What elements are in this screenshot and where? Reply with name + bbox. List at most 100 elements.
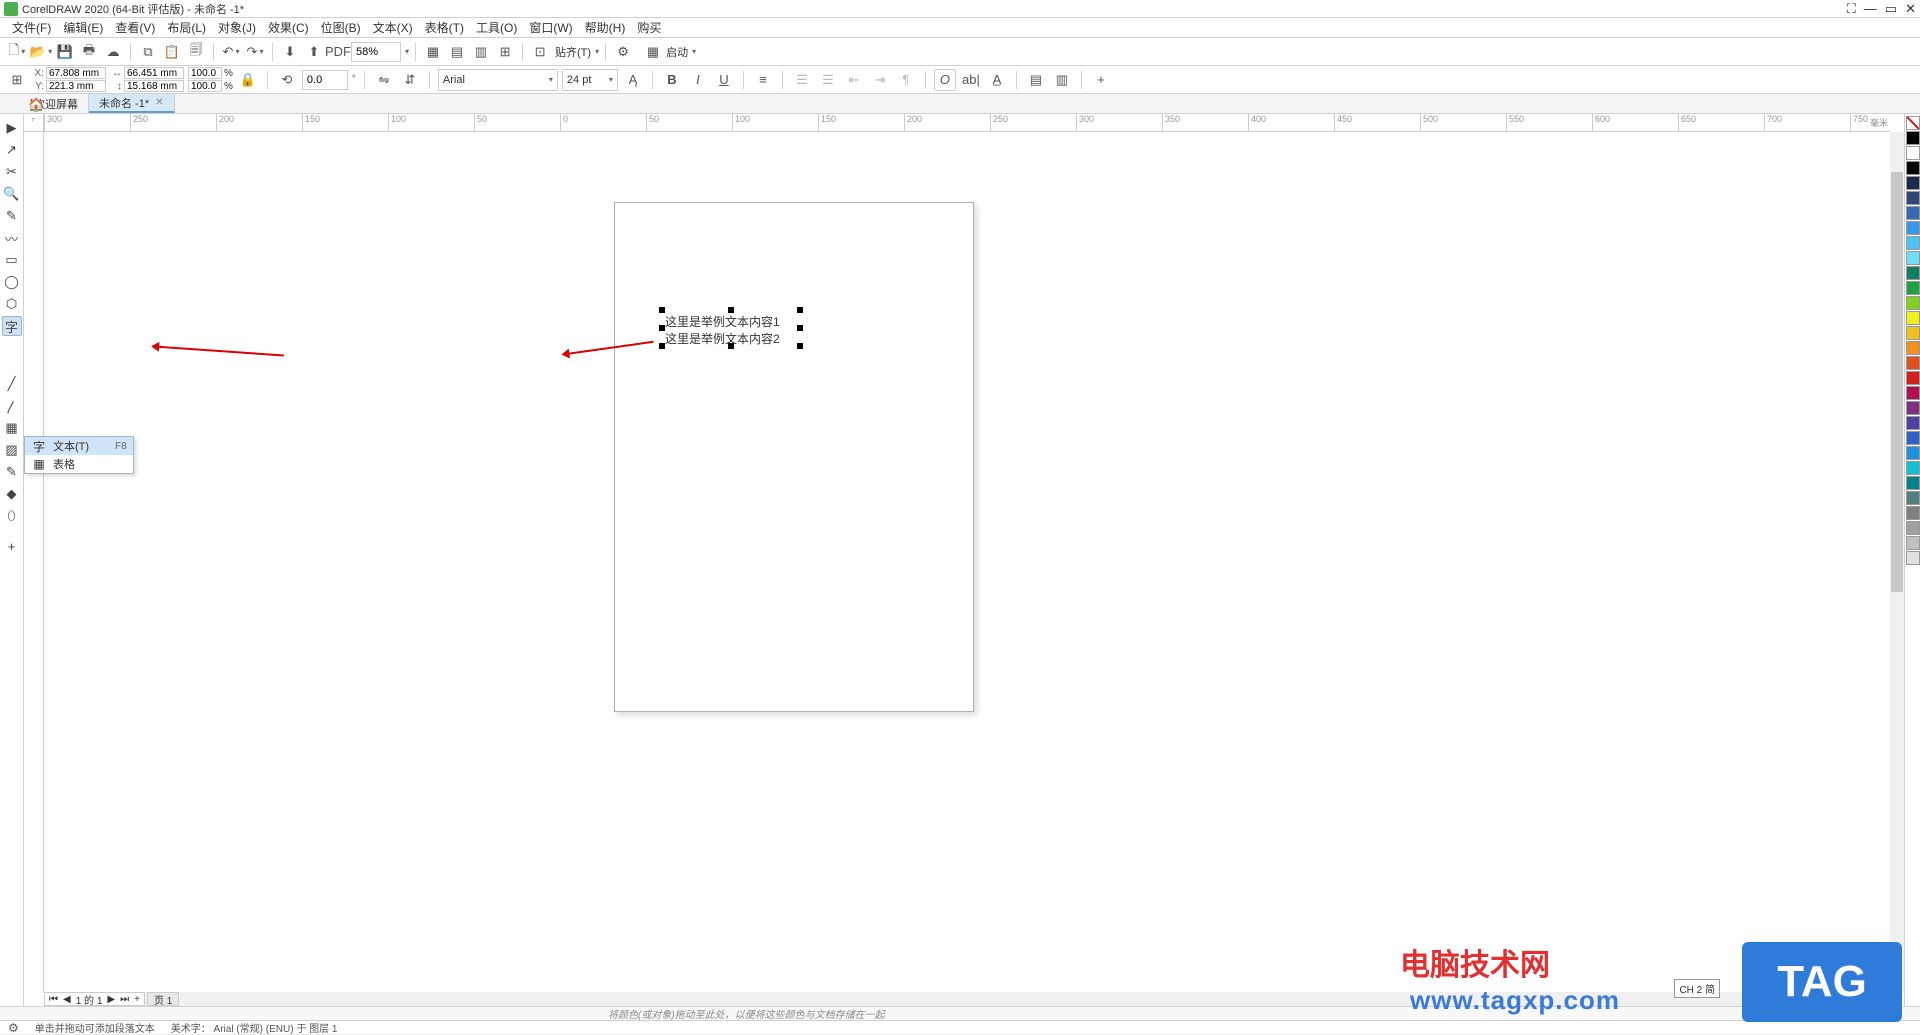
height-input[interactable] bbox=[124, 80, 184, 92]
color-swatch[interactable] bbox=[1906, 386, 1920, 400]
text-effects-button[interactable]: O bbox=[934, 69, 956, 91]
purchase-icon[interactable]: ⛶ bbox=[1847, 1, 1856, 17]
color-swatch[interactable] bbox=[1906, 161, 1920, 175]
origin-button[interactable]: ⊞ bbox=[6, 69, 28, 91]
eyedropper-tool[interactable]: ✎ bbox=[2, 462, 22, 482]
snap-dropdown-icon[interactable]: ▾ bbox=[595, 47, 599, 56]
menu-file[interactable]: 文件(F) bbox=[6, 17, 57, 38]
color-swatch[interactable] bbox=[1906, 536, 1920, 550]
vertical-scrollbar[interactable] bbox=[1890, 132, 1904, 992]
redo-button[interactable]: ↷▾ bbox=[244, 41, 266, 63]
first-page-icon[interactable]: ⏮ bbox=[47, 994, 60, 1005]
swatch-black[interactable] bbox=[1906, 131, 1920, 145]
launch-label[interactable]: 启动 bbox=[666, 44, 688, 60]
maximize-button[interactable]: ▭ bbox=[1885, 1, 1897, 17]
color-swatch[interactable] bbox=[1906, 176, 1920, 190]
menu-layout[interactable]: 布局(L) bbox=[161, 17, 212, 38]
rotation-input[interactable] bbox=[302, 70, 348, 90]
mirror-v-button[interactable]: ⇵ bbox=[399, 69, 421, 91]
swatch-none[interactable] bbox=[1906, 116, 1920, 130]
menu-edit[interactable]: 编辑(E) bbox=[57, 17, 109, 38]
save-button[interactable]: 💾 bbox=[54, 41, 76, 63]
dropcap-button[interactable]: ¶ bbox=[895, 69, 917, 91]
canvas-area[interactable]: ⌜ 毫米 30025020015010050050100150200250300… bbox=[24, 114, 1904, 1006]
color-swatch[interactable] bbox=[1906, 191, 1920, 205]
color-swatch[interactable] bbox=[1906, 221, 1920, 235]
lock-ratio-button[interactable]: 🔒 bbox=[237, 69, 259, 91]
color-swatch[interactable] bbox=[1906, 416, 1920, 430]
add-page-icon[interactable]: + bbox=[132, 994, 142, 1005]
fullscreen-button[interactable]: ▦ bbox=[422, 41, 444, 63]
open-button[interactable]: 📂▾ bbox=[30, 41, 52, 63]
launch-dropdown-icon[interactable]: ▾ bbox=[692, 47, 696, 56]
new-button[interactable]: 🗋▾ bbox=[6, 41, 28, 63]
color-swatch[interactable] bbox=[1906, 311, 1920, 325]
color-swatch[interactable] bbox=[1906, 461, 1920, 475]
launch-icon[interactable]: ▦ bbox=[642, 41, 664, 63]
text-object[interactable]: 这里是举例文本内容1 这里是举例文本内容2 bbox=[665, 313, 780, 347]
close-button[interactable]: ✕ bbox=[1905, 1, 1916, 17]
scale-x-input[interactable] bbox=[188, 67, 222, 79]
color-swatch[interactable] bbox=[1906, 146, 1920, 160]
copy-button[interactable]: ⧉ bbox=[137, 41, 159, 63]
prev-page-icon[interactable]: ◀ bbox=[61, 994, 73, 1005]
connector-tool[interactable]: 〳 bbox=[2, 396, 22, 416]
grid-button[interactable]: ▤ bbox=[446, 41, 468, 63]
color-swatch[interactable] bbox=[1906, 431, 1920, 445]
vscroll-thumb[interactable] bbox=[1891, 172, 1903, 592]
color-swatch[interactable] bbox=[1906, 236, 1920, 250]
text-align-v-button[interactable]: ▥ bbox=[1051, 69, 1073, 91]
horizontal-ruler[interactable]: 毫米 3002502001501005005010015020025030035… bbox=[44, 114, 1890, 132]
outline-tool[interactable]: ⬯ bbox=[2, 506, 22, 526]
y-position-input[interactable] bbox=[46, 80, 106, 92]
snap-toggle[interactable]: ⊡ bbox=[529, 41, 551, 63]
dimension-tool[interactable]: ╱ bbox=[2, 374, 22, 394]
zoom-dropdown-icon[interactable]: ▾ bbox=[405, 47, 409, 56]
ellipse-tool[interactable]: ◯ bbox=[2, 272, 22, 292]
canvas-background[interactable]: 这里是举例文本内容1 这里是举例文本内容2 bbox=[44, 132, 1890, 992]
color-swatch[interactable] bbox=[1906, 251, 1920, 265]
flyout-table-tool[interactable]: ▦ 表格 bbox=[25, 455, 133, 473]
align-button[interactable]: ≡ bbox=[752, 69, 774, 91]
add-button[interactable]: + bbox=[1090, 69, 1112, 91]
undo-button[interactable]: ↶▾ bbox=[220, 41, 242, 63]
underline-button[interactable]: U bbox=[713, 69, 735, 91]
menu-buy[interactable]: 购买 bbox=[631, 17, 667, 38]
cloud-button[interactable]: ☁ bbox=[102, 41, 124, 63]
menu-effects[interactable]: 效果(C) bbox=[262, 17, 315, 38]
menu-window[interactable]: 窗口(W) bbox=[523, 17, 578, 38]
freehand-tool[interactable]: ✎ bbox=[2, 206, 22, 226]
zoom-level-input[interactable] bbox=[351, 42, 401, 62]
menu-text[interactable]: 文本(X) bbox=[367, 17, 419, 38]
pick-tool[interactable]: ▶ bbox=[2, 118, 22, 138]
drop-shadow-tool[interactable]: ▦ bbox=[2, 418, 22, 438]
last-page-icon[interactable]: ⏭ bbox=[118, 994, 131, 1005]
bullet-button[interactable]: ☰ bbox=[791, 69, 813, 91]
color-swatch[interactable] bbox=[1906, 356, 1920, 370]
options-button[interactable]: ⚙ bbox=[612, 41, 634, 63]
mirror-h-button[interactable]: ⇋ bbox=[373, 69, 395, 91]
vertical-ruler[interactable] bbox=[24, 132, 44, 992]
zoom-tool[interactable]: 🔍 bbox=[2, 184, 22, 204]
color-swatch[interactable] bbox=[1906, 521, 1920, 535]
status-gear-icon[interactable]: ⚙ bbox=[8, 1021, 19, 1035]
font-style-button[interactable]: Ą bbox=[622, 69, 644, 91]
color-swatch[interactable] bbox=[1906, 281, 1920, 295]
paste-button[interactable]: 📋 bbox=[161, 41, 183, 63]
menu-bitmap[interactable]: 位图(B) bbox=[315, 17, 367, 38]
snap-label[interactable]: 贴齐(T) bbox=[555, 44, 591, 60]
clipboard-button[interactable]: 🗐 bbox=[185, 41, 207, 63]
scale-y-input[interactable] bbox=[188, 80, 222, 92]
menu-view[interactable]: 查看(V) bbox=[109, 17, 161, 38]
tab-close-icon[interactable]: ✕ bbox=[155, 97, 163, 108]
shape-tool[interactable]: ↗ bbox=[2, 140, 22, 160]
import-button[interactable]: ⬇ bbox=[279, 41, 301, 63]
artistic-tool[interactable]: 〰 bbox=[2, 228, 22, 248]
guides-button[interactable]: ▥ bbox=[470, 41, 492, 63]
color-swatch[interactable] bbox=[1906, 371, 1920, 385]
text-frame-button[interactable]: ab| bbox=[960, 69, 982, 91]
menu-object[interactable]: 对象(J) bbox=[212, 17, 262, 38]
pdf-button[interactable]: PDF bbox=[327, 41, 349, 63]
menu-help[interactable]: 帮助(H) bbox=[579, 17, 632, 38]
menu-tools[interactable]: 工具(O) bbox=[470, 17, 523, 38]
